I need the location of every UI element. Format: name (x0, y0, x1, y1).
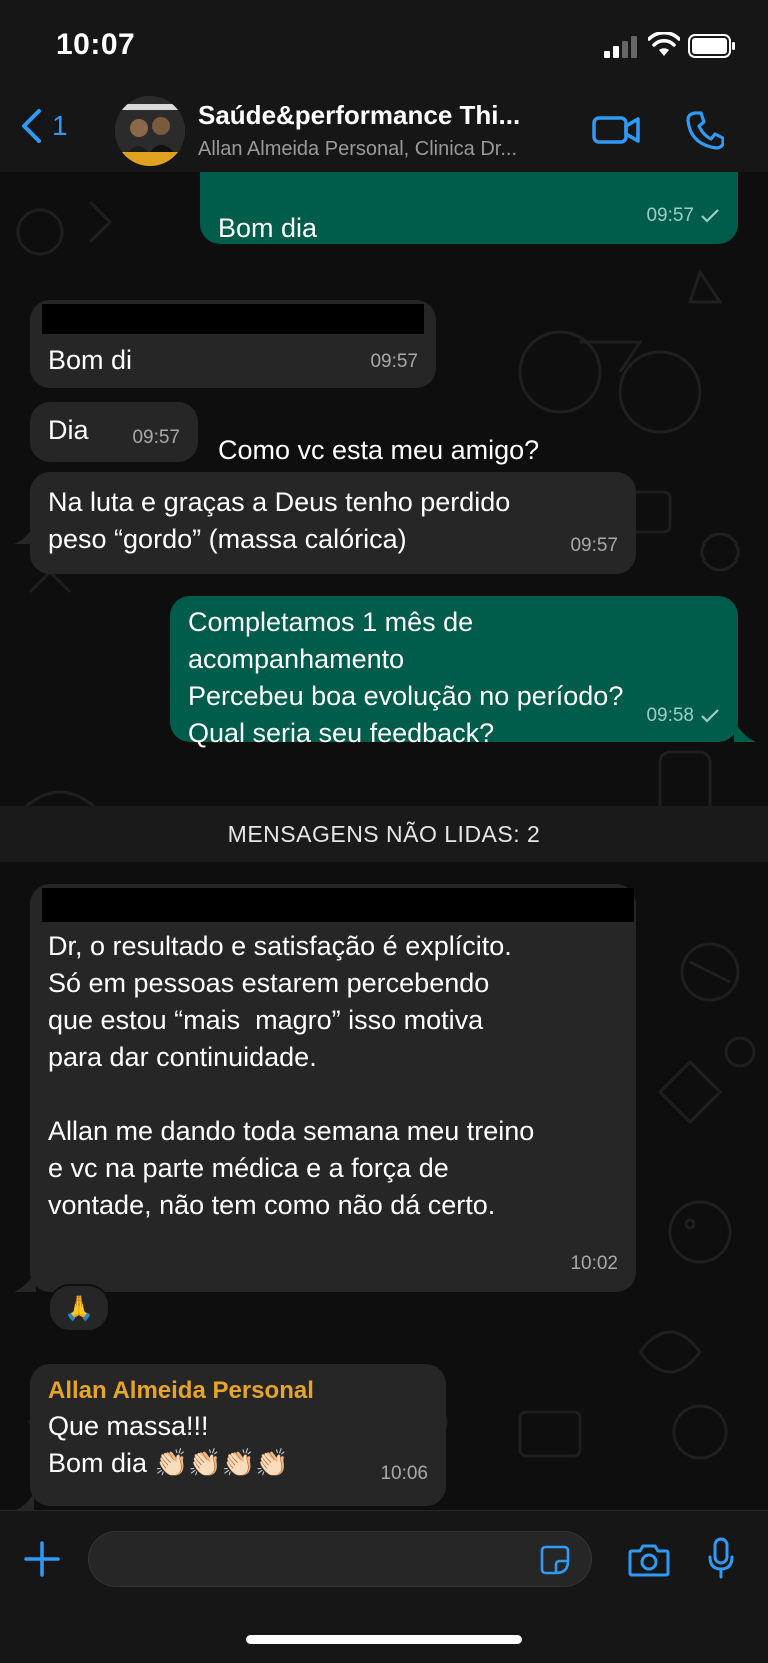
cellular-signal-icon (604, 36, 637, 58)
home-indicator[interactable] (246, 1635, 522, 1644)
battery-icon (688, 34, 735, 58)
message-bubble-incoming[interactable]: Allan Almeida Personal Que massa!!! Bom … (30, 1364, 446, 1506)
message-text: Que massa!!! Bom dia 👏🏻👏🏻👏🏻👏🏻 (48, 1411, 290, 1478)
group-avatar[interactable] (115, 96, 185, 166)
wifi-icon (648, 32, 680, 56)
message-time: 09:58 (646, 705, 694, 726)
message-time: 10:06 (380, 1463, 428, 1484)
chat-messages-area[interactable]: Bom dia @Thiago Como vc esta meu amigo? … (0, 172, 768, 1510)
message-line: Bom dia (218, 213, 318, 243)
message-meta: 10:02 (570, 1245, 618, 1282)
microphone-icon[interactable] (708, 1537, 734, 1579)
status-time: 10:07 (56, 28, 136, 61)
message-composer (0, 1510, 768, 1663)
chat-title[interactable]: Saúde&performance Thi... (198, 100, 520, 131)
sticker-icon[interactable] (540, 1545, 570, 1575)
chevron-left-icon (22, 109, 41, 143)
message-text: Dia (48, 415, 89, 445)
message-bubble-incoming[interactable]: Bom di 09:57 (30, 300, 436, 388)
chat-header: 1 Saúde&performance Thi... Allan Almeida… (0, 92, 768, 173)
group-avatar-image (115, 96, 185, 166)
message-reaction[interactable]: 🙏 (48, 1284, 110, 1332)
message-text: Completamos 1 mês de acompanhamento Perc… (188, 607, 624, 748)
sender-name[interactable]: Allan Almeida Personal (48, 1372, 314, 1409)
status-bar: 10:07 (0, 0, 768, 92)
message-meta: 09:58 (646, 697, 720, 734)
sent-check-icon (701, 208, 719, 223)
message-bubble-outgoing[interactable]: Completamos 1 mês de acompanhamento Perc… (170, 596, 738, 748)
message-time: 10:02 (570, 1253, 618, 1274)
phone-call-icon[interactable] (686, 110, 724, 150)
message-meta: 10:06 (380, 1455, 428, 1492)
message-bubble-incoming[interactable]: Na luta e graças a Deus tenho perdido pe… (30, 472, 636, 574)
redacted-sender-name (42, 304, 424, 334)
message-input[interactable] (88, 1531, 592, 1587)
redacted-sender-name (42, 888, 634, 922)
message-line: Como vc esta meu amigo? (218, 435, 540, 465)
unread-chats-count: 1 (52, 110, 68, 141)
video-call-icon[interactable] (592, 112, 640, 148)
message-meta: 09:57 (370, 343, 418, 380)
message-meta: 09:57 (132, 419, 180, 456)
plus-icon[interactable] (24, 1541, 60, 1577)
message-bubble-incoming[interactable]: Dr, o resultado e satisfação é explícito… (30, 884, 636, 1292)
message-time: 09:57 (370, 351, 418, 372)
unread-messages-divider: MENSAGENS NÃO LIDAS: 2 (0, 806, 768, 862)
chat-participants[interactable]: Allan Almeida Personal, Clinica Dr... (198, 138, 517, 161)
message-time: 09:57 (132, 427, 180, 448)
message-text: Na luta e graças a Deus tenho perdido pe… (48, 487, 511, 554)
message-bubble-outgoing[interactable]: Bom dia @Thiago Como vc esta meu amigo? … (200, 172, 738, 465)
message-time: 09:57 (570, 535, 618, 556)
message-time: 09:57 (646, 205, 694, 226)
pray-emoji-reaction: 🙏 (64, 1294, 94, 1322)
message-text: Bom di (48, 345, 133, 375)
camera-icon[interactable] (628, 1543, 670, 1577)
back-button[interactable]: 1 (20, 108, 68, 144)
message-text: Dr, o resultado e satisfação é explícito… (48, 931, 535, 1220)
message-meta: 09:57 (570, 527, 618, 564)
message-bubble-incoming[interactable]: Dia 09:57 (30, 402, 198, 462)
sent-check-icon (701, 708, 719, 723)
message-meta: 09:57 (646, 197, 720, 234)
